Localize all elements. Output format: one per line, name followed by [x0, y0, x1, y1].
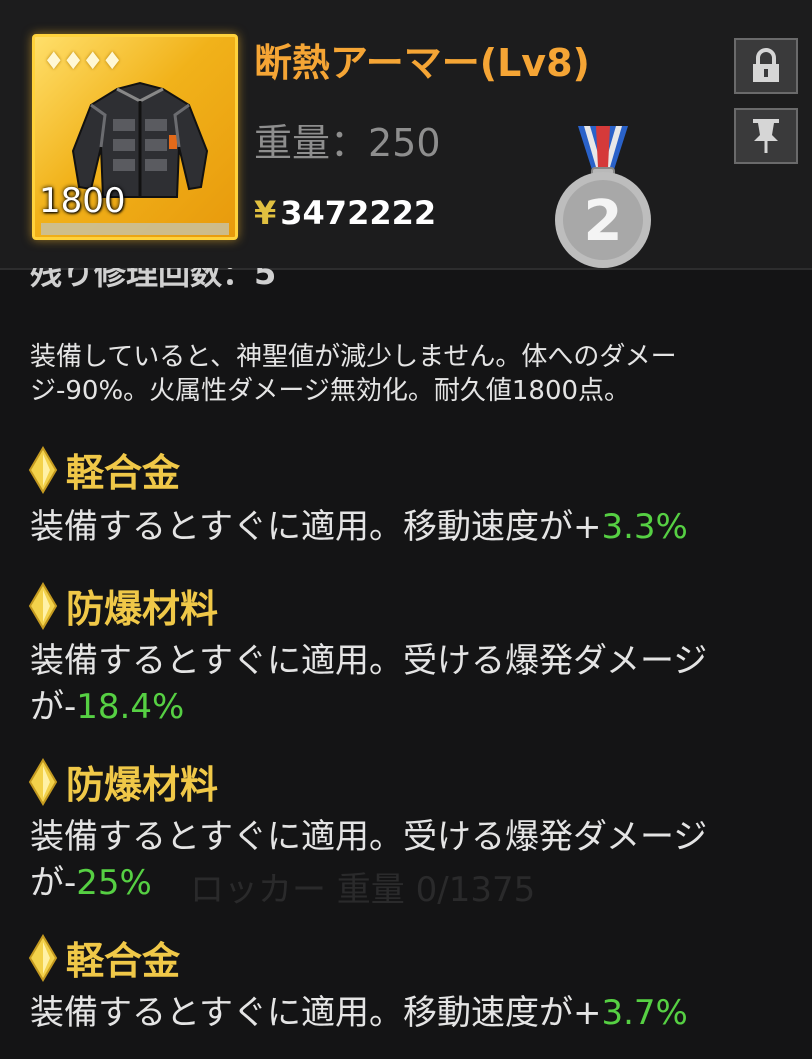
perk-effect-value: 3.7% [601, 993, 688, 1033]
item-thumbnail[interactable]: ♦♦♦♦ 1800 [32, 34, 238, 240]
lock-icon [753, 48, 779, 82]
second-place-medal-icon: 2 [555, 126, 651, 268]
diamond-bullet-icon [28, 581, 58, 630]
perk-effect-value: 3.3% [601, 507, 688, 547]
lock-button[interactable] [734, 38, 798, 94]
perk-description: 装備するとすぐに適用。受ける爆発ダメージが-25% [30, 814, 790, 906]
perk-effect-value: 25% [76, 863, 152, 903]
rarity-diamond-icons: ♦♦♦♦ [43, 47, 123, 75]
item-price: ¥3472222 [254, 194, 436, 232]
perk-effect-value: 18.4% [76, 687, 185, 727]
perk-name-label: 軽合金 [66, 939, 181, 983]
pin-icon [753, 119, 779, 153]
perk-name: 防爆材料 [28, 578, 218, 633]
item-weight: 重量：250 [254, 121, 441, 165]
durability-bar [41, 223, 229, 235]
medal-number: 2 [584, 189, 623, 254]
perk-name-label: 軽合金 [66, 451, 181, 495]
perk-description: 装備するとすぐに適用。移動速度が+3.7% [30, 990, 790, 1036]
diamond-bullet-icon [28, 757, 58, 806]
perk-name: 防爆材料 [28, 754, 218, 809]
partially-hidden-line: 残り修理回数：5 [30, 268, 277, 292]
perk-effect-text: 装備するとすぐに適用。移動速度が+ [30, 507, 602, 547]
perk-name: 軽合金 [28, 930, 180, 985]
durability-value: 1800 [39, 181, 126, 221]
diamond-bullet-icon [28, 933, 58, 982]
perk-name: 軽合金 [28, 442, 180, 497]
item-description: 装備していると、神聖値が減少しません。体へのダメージ-90%。火属性ダメージ無効… [30, 342, 677, 406]
diamond-bullet-icon [28, 445, 58, 494]
price-value: 3472222 [280, 194, 437, 232]
perk-description: 装備するとすぐに適用。移動速度が+3.3% [30, 504, 790, 550]
yen-symbol: ¥ [254, 194, 277, 232]
perk-description: 装備するとすぐに適用。受ける爆発ダメージが-18.4% [30, 638, 790, 730]
perk-name-label: 防爆材料 [66, 587, 219, 631]
item-name: 断熱アーマー(Lv8) [254, 41, 590, 85]
pin-button[interactable] [734, 108, 798, 164]
perk-name-label: 防爆材料 [66, 763, 219, 807]
perk-effect-text: 装備するとすぐに適用。移動速度が+ [30, 993, 602, 1033]
